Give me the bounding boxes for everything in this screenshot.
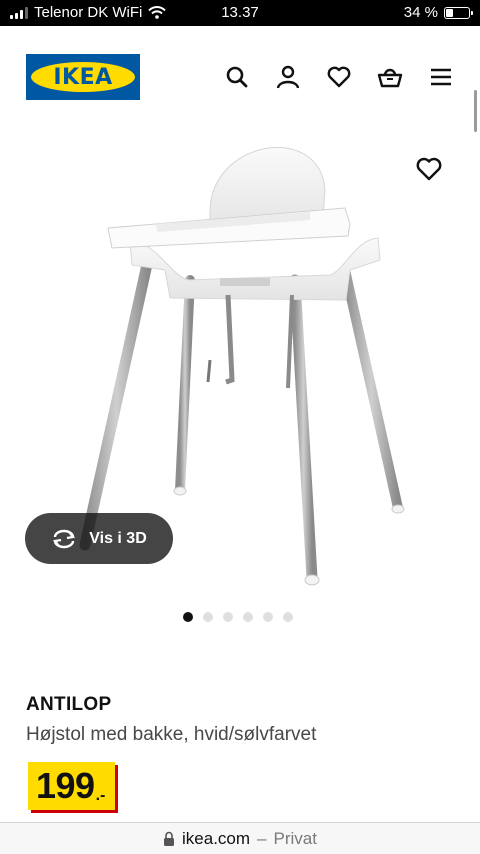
browser-address-bar[interactable]: ikea.com – Privat	[0, 822, 480, 854]
price-tag: 199 .-	[28, 762, 116, 810]
status-bar: Telenor DK WiFi 13.37 34 %	[0, 0, 480, 26]
battery-level	[446, 8, 454, 17]
gallery-dot[interactable]	[243, 612, 253, 622]
status-right: 34 %	[403, 4, 473, 21]
logo-oval: IKEA	[31, 62, 135, 92]
view-in-3d-button[interactable]: Vis i 3D	[25, 513, 173, 564]
product-description: Højstol med bakke, hvid/sølvfarvet	[26, 724, 317, 745]
ikea-logo[interactable]: IKEA	[26, 54, 140, 100]
gallery-dot[interactable]	[223, 612, 233, 622]
logo-text: IKEA	[53, 64, 113, 90]
private-mode-label: Privat	[273, 828, 317, 848]
battery-icon	[444, 6, 473, 19]
rotate-3d-icon	[53, 529, 76, 548]
user-icon[interactable]	[275, 64, 301, 90]
gallery-dot[interactable]	[263, 612, 273, 622]
gallery-dot[interactable]	[203, 612, 213, 622]
heart-icon[interactable]	[326, 64, 352, 90]
site-header: IKEA	[0, 26, 480, 122]
favourite-icon[interactable]	[414, 154, 444, 184]
gallery-dot[interactable]	[183, 612, 193, 622]
gallery-dot[interactable]	[283, 612, 293, 622]
battery-percent: 34 %	[403, 4, 438, 21]
view-in-3d-label: Vis i 3D	[89, 529, 147, 547]
menu-icon[interactable]	[428, 64, 454, 90]
lock-icon	[163, 831, 175, 847]
url-domain: ikea.com	[182, 828, 251, 848]
gallery-pagination[interactable]	[183, 612, 293, 622]
price-decimals: .-	[95, 787, 106, 804]
product-name: ANTILOP	[26, 694, 112, 715]
basket-icon[interactable]	[377, 64, 403, 90]
price-integer: 199	[36, 765, 95, 806]
url-separator: –	[257, 828, 267, 848]
search-icon[interactable]	[224, 64, 250, 90]
scrollbar[interactable]	[474, 90, 477, 132]
